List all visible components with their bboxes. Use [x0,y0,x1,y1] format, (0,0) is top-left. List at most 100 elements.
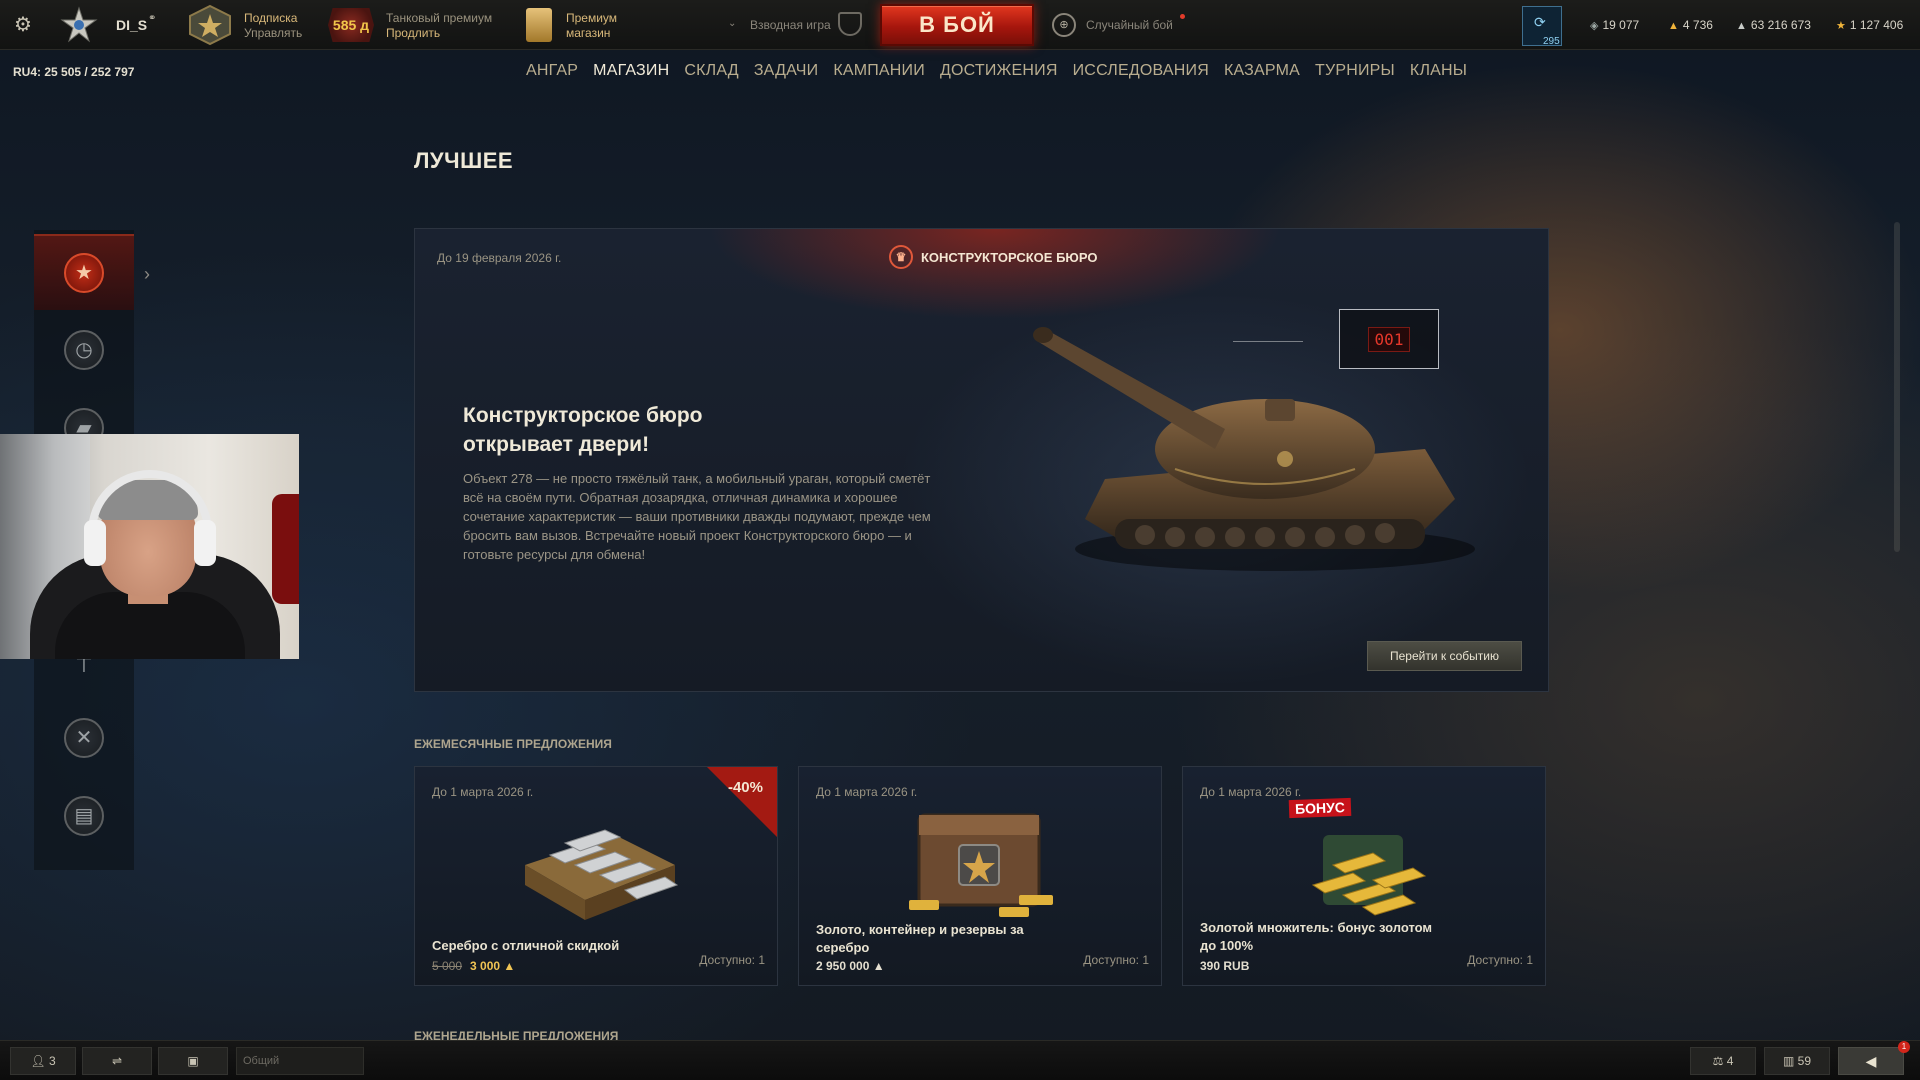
monthly-offers-heading: ЕЖЕМЕСЯЧНЫЕ ПРЕДЛОЖЕНИЯ [414,737,612,751]
premium-days-badge[interactable]: 585 д [328,8,374,42]
platoon-shield-icon[interactable] [838,12,862,36]
sessions-count: 4 [1726,1054,1734,1068]
hero-event-tag-label: КОНСТРУКТОРСКОЕ БЮРО [921,249,1098,265]
handshake-icon: ⇌ [111,1054,123,1068]
nav-achievements[interactable]: ДОСТИЖЕНИЯ [940,62,1058,80]
offer-price-value: 2 950 000 [816,959,870,973]
offer-availability: Доступно: 1 [699,953,765,967]
offer-card-gold-multiplier[interactable]: До 1 марта 2026 г. БОНУС Золотой множите… [1182,766,1546,986]
nav-research[interactable]: ИССЛЕДОВАНИЯ [1073,62,1209,80]
star-icon: ★ [64,253,104,293]
stats-count: 59 [1797,1054,1812,1068]
silver-bars-image [525,829,679,920]
settings-gear-icon[interactable]: ⚙ [12,14,34,36]
notifications-button[interactable]: ◀ [1838,1047,1904,1075]
credits-coin-icon: ▲ [872,959,885,973]
premium-info[interactable]: Танковый премиум Продлить [386,11,492,41]
friends-button[interactable]: 👤︎ 3 [10,1047,76,1075]
offer-new-price: 3 000 [470,959,501,973]
serial-counter-value: 001 [1367,326,1411,352]
bonus-badge: БОНУС [1288,797,1352,819]
credits-balance[interactable]: ▲ 63 216 673 [1736,18,1811,32]
offer-availability: Доступно: 1 [1083,953,1149,967]
hero-date: До 19 февраля 2026 г. [437,251,562,265]
platoon-chevron-down-icon[interactable]: ⌄ [728,18,736,29]
premium-shop-link[interactable]: Премиум магазин [566,11,617,41]
nav-missions[interactable]: ЗАДАЧИ [754,62,819,80]
chat-channels-button[interactable]: ▣ [158,1047,228,1075]
nav-barracks[interactable]: КАЗАРМА [1224,62,1300,80]
battle-mode-label[interactable]: Случайный бой [1086,18,1173,32]
bonds-star-icon: ★ [1836,20,1846,32]
nav-campaigns[interactable]: КАМПАНИИ [833,62,925,80]
design-bureau-icon: ♛ [889,245,913,269]
premium-shop-line1: Премиум [566,11,618,25]
subscription-info[interactable]: Подписка Управлять [244,11,302,41]
top-bar: ⚙ DI_S ⚭ Подписка Управлять 585 д Танков… [0,0,1920,50]
bar-chart-icon: ▥ [1782,1054,1795,1068]
discount-corner [707,767,777,837]
featured-event-banner[interactable]: До 19 февраля 2026 г. ♛ КОНСТРУКТОРСКОЕ … [414,228,1549,692]
offer-price: 2 950 000 ▲ [816,959,885,973]
nav-clans[interactable]: КЛАНЫ [1410,62,1467,80]
counter-pointer-line [1233,341,1303,342]
sidebar-item-currency[interactable]: ▤ [34,778,134,854]
gold-coin-icon: ▲ [503,959,516,973]
premium-shop-icon[interactable] [526,8,552,42]
nav-shop[interactable]: МАГАЗИН [593,62,669,80]
offer-title: Золото, контейнер и резервы за серебро [816,922,1024,955]
subscription-manage-link[interactable]: Управлять [244,26,302,41]
sidebar-item-featured[interactable]: ★ [34,234,134,310]
premium-extend-link[interactable]: Продлить [386,26,492,41]
hero-description: Объект 278 — не просто тяжёлый танк, а м… [463,471,931,562]
nav-hangar[interactable]: АНГАР [526,62,578,80]
server-info[interactable]: RU4: 25 505 / 252 797 [13,65,134,79]
gold-balance[interactable]: ▲ 4 736 [1668,18,1713,32]
battle-button[interactable]: В БОЙ [880,4,1034,46]
player-nickname[interactable]: DI_S [116,17,147,33]
offer-price: 5 000 3 000 ▲ [432,959,515,973]
sidebar-item-equipment[interactable]: ✕ [34,700,134,776]
stats-button[interactable]: ▥ 59 [1764,1047,1830,1075]
credits-value: 63 216 673 [1750,18,1811,32]
money-icon: ▤ [64,796,104,836]
credits-icon: ▲ [1736,20,1747,32]
battle-mode-notification-dot [1180,14,1185,19]
platoon-label[interactable]: Взводная игра [750,18,831,32]
clan-link-icon[interactable]: ⚭ [148,13,156,24]
clan-button[interactable]: ⇌ [82,1047,152,1075]
page-scrollbar[interactable] [1894,222,1900,552]
premium-shop-line2: магазин [566,26,611,40]
xp-exchange-icon: ⟳ [1534,14,1546,30]
offer-title: Серебро с отличной скидкой [432,938,620,953]
subscription-badge-icon[interactable] [184,4,236,46]
go-to-event-button[interactable]: Перейти к событию [1367,641,1522,671]
clock-icon: ◷ [64,330,104,370]
sidebar-item-limited[interactable]: ◷ [34,312,134,388]
nav-depot[interactable]: СКЛАД [684,62,738,80]
offer-card-container[interactable]: До 1 марта 2026 г. Золото, контейнер и р… [798,766,1162,986]
offer-card-silver[interactable]: -40% До 1 марта 2026 г. Серебро с отличн… [414,766,778,986]
monthly-offers: -40% До 1 марта 2026 г. Серебро с отличн… [414,766,1546,986]
battle-mode-icon[interactable]: ⊕ [1052,13,1076,37]
sessions-button[interactable]: ⚖ 4 [1690,1047,1756,1075]
offer-availability: Доступно: 1 [1467,953,1533,967]
player-emblem-icon[interactable] [60,6,98,44]
bonds-balance[interactable]: ★ 1 127 406 [1836,18,1903,32]
tools-icon: ✕ [64,718,104,758]
bonds-value: 1 127 406 [1849,18,1904,32]
gold-value: 4 736 [1682,18,1713,32]
offer-title: Золотой множитель: бонус золотом до 100% [1200,920,1433,953]
discount-badge: -40% [727,779,763,796]
container-with-gold-image [909,813,1053,917]
free-xp-icon: ◈ [1590,20,1599,32]
serial-counter: 001 [1339,309,1439,369]
offer-old-price: 5 000 [432,959,463,973]
chat-input[interactable]: Общий [236,1047,364,1075]
gold-icon: ▲ [1668,20,1679,32]
nav-tournaments[interactable]: ТУРНИРЫ [1315,62,1395,80]
sidebar-expand-chevron-icon[interactable]: › [144,264,150,285]
premium-title: Танковый премиум [386,11,493,25]
free-xp-balance[interactable]: ◈ 19 077 [1590,18,1639,32]
megaphone-icon: ◀ [1865,1053,1877,1069]
